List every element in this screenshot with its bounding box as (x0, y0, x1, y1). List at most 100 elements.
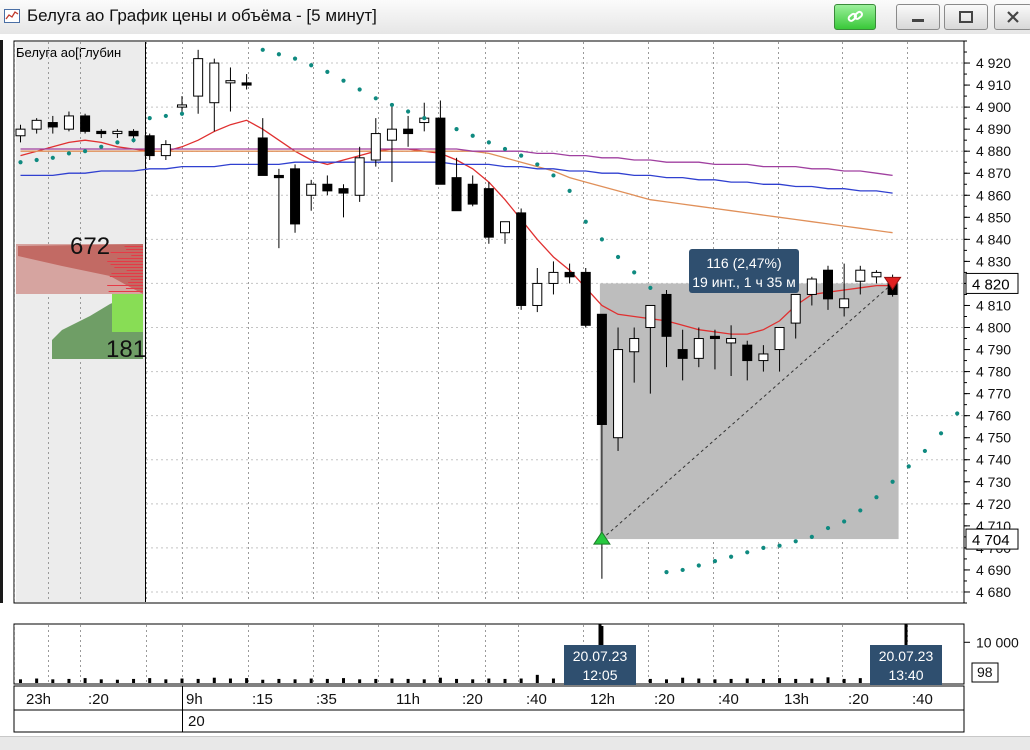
sar-dot (374, 96, 378, 100)
crosshair-time: 13:40 (888, 667, 923, 683)
time-tick-label: :40 (912, 691, 933, 708)
price-tick-label: 4 910 (976, 77, 1011, 93)
close-button[interactable] (994, 4, 1030, 30)
candle-body (614, 350, 623, 438)
candle-body (565, 272, 574, 276)
candle-body (129, 131, 138, 135)
volume-bar (148, 678, 151, 683)
chart-app-icon (4, 9, 20, 23)
candle-body (759, 354, 768, 361)
window-titlebar: Белуга ао График цены и объёма - [5 мину… (0, 0, 1030, 35)
sar-dot (115, 140, 119, 144)
candle-body (145, 136, 154, 156)
sar-dot (487, 140, 491, 144)
volume-bar (245, 678, 248, 683)
candle-body (436, 118, 445, 184)
time-tick-label: :40 (718, 691, 739, 708)
volume-bar (827, 677, 830, 683)
candle-body (581, 272, 590, 325)
sar-dot (874, 495, 878, 499)
candle-body (258, 138, 267, 175)
price-tick-label: 4 750 (976, 430, 1011, 446)
volume-plot-area[interactable] (14, 624, 964, 684)
candle-body (710, 336, 719, 338)
candle-body (242, 83, 251, 85)
volume-bar (649, 679, 652, 683)
candle-body (226, 81, 235, 83)
sar-dot (277, 52, 281, 56)
sar-dot (632, 270, 636, 274)
candle-body (662, 294, 671, 336)
candle-body (178, 105, 187, 107)
candle-body (872, 272, 881, 276)
link-button[interactable] (834, 4, 876, 30)
sar-dot (761, 546, 765, 550)
candle-body (307, 184, 316, 195)
price-tick-label: 4 920 (976, 55, 1011, 71)
sar-dot (422, 116, 426, 120)
sar-dot (358, 87, 362, 91)
price-tick-label: 4 810 (976, 297, 1011, 313)
sar-dot (390, 103, 394, 107)
sar-dot (713, 559, 717, 563)
candle-body (323, 184, 332, 191)
price-tick-label: 4 900 (976, 99, 1011, 115)
price-tick-label: 4 860 (976, 187, 1011, 203)
volume-bar (697, 679, 700, 683)
sar-dot (293, 57, 297, 61)
sar-dot (325, 70, 329, 74)
candle-body (775, 328, 784, 350)
minimize-button[interactable] (896, 4, 940, 30)
candle-body (291, 169, 300, 224)
candle-body (727, 339, 736, 343)
volume-bar (762, 679, 765, 683)
volume-bar (536, 675, 539, 683)
maximize-button[interactable] (944, 4, 988, 30)
candle-body (597, 314, 606, 424)
time-tick-label: 12h (590, 691, 615, 708)
time-tick-label: :20 (654, 691, 675, 708)
sar-dot (148, 116, 152, 120)
volume-bar (390, 679, 393, 683)
candle-body (630, 339, 639, 352)
candle-body (113, 131, 122, 133)
measure-box[interactable] (600, 283, 899, 539)
candle-body (791, 294, 800, 323)
candle-body (64, 116, 73, 129)
volume-bar (181, 679, 184, 683)
price-tick-label: 4 870 (976, 165, 1011, 181)
time-tick-label: :35 (316, 691, 337, 708)
price-tick-label: 4 800 (976, 320, 1011, 336)
candle-body (404, 129, 413, 133)
price-tick-label: 4 770 (976, 386, 1011, 402)
volume-bar (51, 679, 54, 683)
candle-body (533, 283, 542, 305)
candle-body (743, 345, 752, 360)
volume-bar (471, 679, 474, 683)
volume-bar (229, 679, 232, 683)
volume-bar (423, 679, 426, 683)
sar-dot (503, 147, 507, 151)
sar-dot (131, 138, 135, 142)
price-volume-chart[interactable]: Белуга ао[Глубин 672 181 116 (2,47%) 19 и… (0, 34, 1030, 750)
candle-body (807, 279, 816, 294)
volume-bar (810, 679, 813, 683)
sar-dot (18, 160, 22, 164)
candle-body (856, 270, 865, 281)
candle-body (274, 175, 283, 177)
crosshair-time: 12:05 (582, 667, 617, 683)
candle-body (452, 178, 461, 211)
sar-dot (99, 145, 103, 149)
volume-bar (164, 679, 167, 683)
sar-dot (777, 544, 781, 548)
price-tick-label: 4 720 (976, 496, 1011, 512)
sar-dot (681, 568, 685, 572)
sar-dot (51, 156, 55, 160)
measure-label-duration: 19 инт., 1 ч 35 м (692, 274, 796, 290)
sar-dot (810, 535, 814, 539)
volume-bar (487, 679, 490, 683)
sar-dot (794, 539, 798, 543)
candle-body (387, 129, 396, 140)
sar-dot (535, 162, 539, 166)
candle-body (824, 270, 833, 299)
